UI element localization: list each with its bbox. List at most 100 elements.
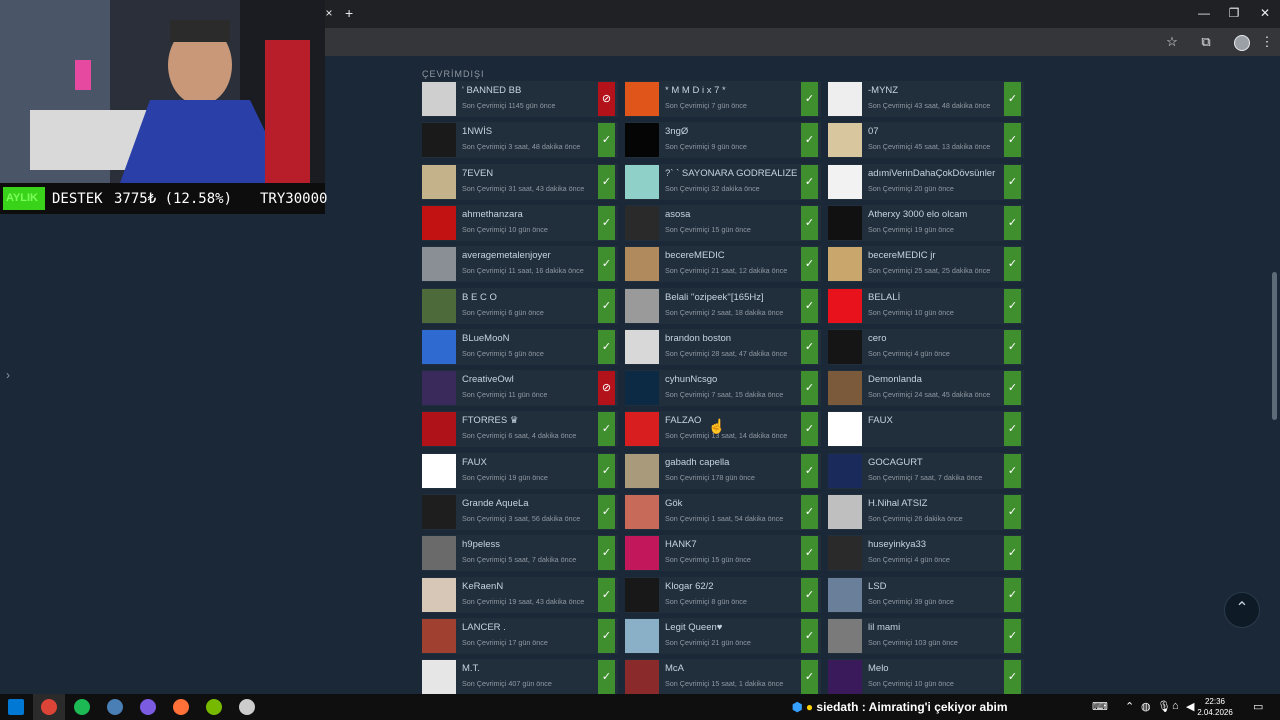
friend-name[interactable]: Belali ''ozipeek''[165Hz]: [665, 292, 805, 303]
friend-name[interactable]: cero: [868, 333, 1008, 344]
friend-name[interactable]: 3ngØ: [665, 126, 805, 137]
friend-avatar[interactable]: [625, 247, 659, 282]
friend-card[interactable]: Klogar 62/2 Son Çevrimiçi 8 gün önce ✓: [625, 576, 821, 613]
friend-card[interactable]: Melo Son Çevrimiçi 10 gün önce ✓: [828, 659, 1024, 696]
friend-avatar[interactable]: [828, 82, 862, 116]
friend-card[interactable]: McA Son Çevrimiçi 15 saat, 1 dakika önce ✓: [625, 659, 821, 696]
friend-avatar[interactable]: [422, 577, 456, 612]
friend-name[interactable]: FAUX: [462, 457, 602, 468]
friend-name[interactable]: CreativeOwl: [462, 374, 602, 385]
friend-avatar[interactable]: [828, 288, 862, 323]
friend-name[interactable]: M.T.: [462, 663, 602, 674]
checkmark-icon[interactable]: ✓: [1004, 164, 1021, 199]
friend-card[interactable]: Legit Queen♥ Son Çevrimiçi 21 gün önce ✓: [625, 617, 821, 654]
friend-card[interactable]: 7EVEN Son Çevrimiçi 31 saat, 43 dakika ön…: [422, 163, 618, 200]
friend-avatar[interactable]: [625, 329, 659, 364]
volume-icon[interactable]: ◀: [1186, 700, 1194, 713]
tray-overflow-icon[interactable]: ⌃: [1125, 700, 1134, 713]
friend-avatar[interactable]: [422, 618, 456, 653]
friend-avatar[interactable]: [422, 660, 456, 695]
friend-card[interactable]: gabadh capella Son Çevrimiçi 178 gün önce…: [625, 452, 821, 489]
friend-avatar[interactable]: [828, 618, 862, 653]
friend-name[interactable]: cyhunNcsgo: [665, 374, 805, 385]
friend-name[interactable]: LSD: [868, 581, 1008, 592]
checkmark-icon[interactable]: ✓: [801, 536, 818, 571]
checkmark-icon[interactable]: ✓: [1004, 660, 1021, 695]
friend-avatar[interactable]: [422, 164, 456, 199]
friend-card[interactable]: LSD Son Çevrimiçi 39 gün önce ✓: [828, 576, 1024, 613]
friend-avatar[interactable]: [625, 123, 659, 158]
friend-name[interactable]: lil mami: [868, 622, 1008, 633]
friend-avatar[interactable]: [828, 495, 862, 529]
friend-avatar[interactable]: [422, 205, 456, 240]
friend-card[interactable]: KeRaenN Son Çevrimiçi 19 saat, 43 dakika …: [422, 576, 618, 613]
friend-card[interactable]: ?` ` SAYONARA GODREALIZE Son Çevrimiçi 32…: [625, 163, 821, 200]
window-close-icon[interactable]: ✕: [1255, 6, 1275, 20]
checkmark-icon[interactable]: ✓: [598, 205, 615, 240]
checkmark-icon[interactable]: ✓: [598, 660, 615, 695]
friend-name[interactable]: HANK7: [665, 539, 805, 550]
checkmark-icon[interactable]: ✓: [598, 536, 615, 571]
friend-card[interactable]: M.T. Son Çevrimiçi 407 gün önce ✓: [422, 659, 618, 696]
friend-card[interactable]: adımiVerinDahaÇokDövsünler Son Çevrimiçi …: [828, 163, 1024, 200]
friend-card[interactable]: h9peless Son Çevrimiçi 5 saat, 7 dakika ö…: [422, 535, 618, 572]
friend-avatar[interactable]: [422, 288, 456, 323]
friend-name[interactable]: * M M D i x 7 *: [665, 85, 805, 96]
checkmark-icon[interactable]: ✓: [801, 495, 818, 529]
friend-name[interactable]: h9peless: [462, 539, 602, 550]
friend-avatar[interactable]: [422, 329, 456, 364]
friend-avatar[interactable]: [625, 495, 659, 529]
friend-name[interactable]: asosa: [665, 209, 805, 220]
friend-name[interactable]: ' BANNED BB: [462, 85, 602, 96]
friend-card[interactable]: GOCAGURT Son Çevrimiçi 7 saat, 7 dakika ö…: [828, 452, 1024, 489]
friend-card[interactable]: FAUX Son Çevrimiçi 19 gün önce ✓: [422, 452, 618, 489]
checkmark-icon[interactable]: ✓: [598, 329, 615, 364]
checkmark-icon[interactable]: ✓: [801, 412, 818, 447]
friend-card[interactable]: Gök Son Çevrimiçi 1 saat, 54 dakika önce ✓: [625, 494, 821, 530]
friend-card[interactable]: HANK7 Son Çevrimiçi 15 gün önce ✓: [625, 535, 821, 572]
friend-name[interactable]: GOCAGURT: [868, 457, 1008, 468]
checkmark-icon[interactable]: ✓: [801, 577, 818, 612]
minimize-icon[interactable]: —: [1194, 6, 1214, 20]
friend-name[interactable]: huseyinkya33: [868, 539, 1008, 550]
checkmark-icon[interactable]: ✓: [801, 247, 818, 282]
friend-avatar[interactable]: [422, 495, 456, 529]
checkmark-icon[interactable]: ✓: [1004, 329, 1021, 364]
checkmark-icon[interactable]: ✓: [1004, 577, 1021, 612]
friend-avatar[interactable]: [828, 453, 862, 488]
friend-avatar[interactable]: [828, 660, 862, 695]
friend-name[interactable]: gabadh capella: [665, 457, 805, 468]
friend-card[interactable]: BLueMooN Son Çevrimiçi 5 gün önce ✓: [422, 328, 618, 365]
friend-name[interactable]: McA: [665, 663, 805, 674]
checkmark-icon[interactable]: ✓: [598, 123, 615, 158]
friend-name[interactable]: Atherxy 3000 elo olcam: [868, 209, 1008, 220]
friend-card[interactable]: averagemetalenjoyer Son Çevrimiçi 11 saat…: [422, 246, 618, 283]
friend-avatar[interactable]: [625, 412, 659, 447]
friend-name[interactable]: H.Nihal ATSIZ: [868, 498, 1008, 509]
friend-avatar[interactable]: [625, 536, 659, 571]
friend-name[interactable]: becereMEDIC jr: [868, 250, 1008, 261]
friend-avatar[interactable]: [625, 288, 659, 323]
network-icon[interactable]: ⌂: [1172, 700, 1179, 712]
checkmark-icon[interactable]: ✓: [598, 412, 615, 447]
friend-name[interactable]: adımiVerinDahaÇokDövsünler: [868, 168, 1008, 179]
friend-name[interactable]: 7EVEN: [462, 168, 602, 179]
friend-card[interactable]: cyhunNcsgo Son Çevrimiçi 7 saat, 15 dakik…: [625, 370, 821, 407]
friend-avatar[interactable]: [422, 123, 456, 158]
microphone-icon[interactable]: 🎙: [1157, 700, 1171, 713]
friend-card[interactable]: cero Son Çevrimiçi 4 gün önce ✓: [828, 328, 1024, 365]
friend-name[interactable]: Klogar 62/2: [665, 581, 805, 592]
checkmark-icon[interactable]: ✓: [1004, 82, 1021, 116]
friend-card[interactable]: 1NWİS Son Çevrimiçi 3 saat, 48 dakika önc…: [422, 122, 618, 159]
friend-avatar[interactable]: [828, 123, 862, 158]
friend-name[interactable]: Grande AqueLa: [462, 498, 602, 509]
checkmark-icon[interactable]: ✓: [801, 123, 818, 158]
friend-card[interactable]: becereMEDIC Son Çevrimiçi 21 saat, 12 dak…: [625, 246, 821, 283]
checkmark-icon[interactable]: ✓: [801, 164, 818, 199]
friend-card[interactable]: huseyinkya33 Son Çevrimiçi 4 gün önce ✓: [828, 535, 1024, 572]
friend-avatar[interactable]: [828, 205, 862, 240]
spotify-icon[interactable]: [74, 699, 90, 715]
checkmark-icon[interactable]: ✓: [1004, 453, 1021, 488]
friend-name[interactable]: ?` ` SAYONARA GODREALIZE: [665, 168, 805, 179]
friend-card[interactable]: H.Nihal ATSIZ Son Çevrimiçi 26 dakika önc…: [828, 494, 1024, 530]
